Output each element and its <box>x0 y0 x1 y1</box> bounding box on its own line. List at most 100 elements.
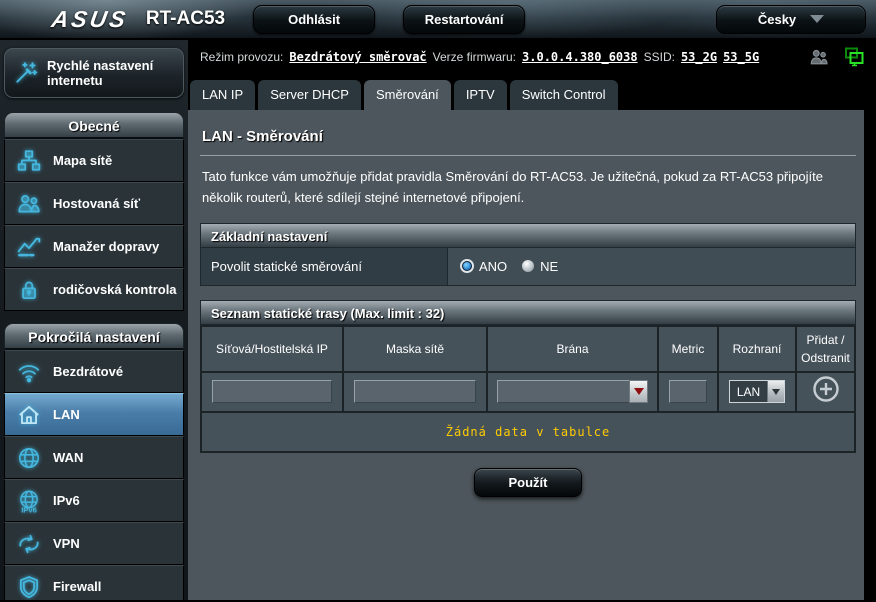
chevron-down-icon <box>772 389 780 395</box>
select-arrow-button <box>767 381 784 402</box>
netmask-input[interactable] <box>354 380 476 403</box>
add-route-button[interactable] <box>811 374 841 404</box>
magic-wand-icon <box>13 60 39 86</box>
lan-icon <box>15 402 43 428</box>
network-ip-input[interactable] <box>212 380 332 403</box>
table-empty-row: Žádná data v tabulce <box>201 412 855 452</box>
sidebar-item-firewall[interactable]: Firewall <box>4 565 184 600</box>
interface-select[interactable]: LAN <box>729 380 785 403</box>
tab-iptv[interactable]: IPTV <box>454 80 507 110</box>
sidebar-item-ipv6[interactable]: IPv6 IPv6 <box>4 479 184 522</box>
radio-no-label: NE <box>540 259 558 274</box>
asus-logo: ASUS <box>50 6 131 33</box>
status-bar: Režim provozu: Bezdrátový směrovač Verze… <box>188 40 876 74</box>
vpn-icon <box>15 531 43 557</box>
title-divider <box>200 155 856 156</box>
language-value: Česky <box>758 12 796 27</box>
sidebar-item-label: Rychlé nastavení internetu <box>47 58 183 88</box>
svg-text:IPv6: IPv6 <box>21 505 37 514</box>
sidebar: Rychlé nastavení internetu Obecné Mapa s… <box>0 40 188 600</box>
sidebar-item-label: WAN <box>53 450 83 466</box>
tab-bar: LAN IP Server DHCP Směrování IPTV Switch… <box>188 74 876 110</box>
enable-static-routes-label: Povolit statické směrování <box>201 248 448 285</box>
sidebar-item-guest-network[interactable]: Hostovaná síť <box>4 182 184 225</box>
ssid-5g-link[interactable]: 53_5G <box>723 50 759 64</box>
sidebar-spacer <box>0 311 188 323</box>
ssid-label: SSID: <box>644 50 675 64</box>
gateway-input[interactable] <box>497 380 629 403</box>
empty-table-message: Žádná data v tabulce <box>201 412 855 452</box>
radio-yes-option[interactable]: ANO <box>460 259 507 274</box>
firmware-version-link[interactable]: 3.0.0.4.380_6038 <box>522 50 638 64</box>
col-network-host-ip: Síťová/Hostitelská IP <box>201 326 343 372</box>
radio-yes-label: ANO <box>479 259 507 274</box>
interface-selected-value: LAN <box>730 381 767 402</box>
sidebar-item-label: Bezdrátové <box>53 364 123 380</box>
sidebar-item-label: IPv6 <box>53 493 80 509</box>
wan-icon <box>15 445 43 471</box>
ipv6-icon: IPv6 <box>15 488 43 514</box>
status-icons <box>808 46 866 68</box>
page-title: LAN - Směrování <box>200 124 856 155</box>
add-circle-icon <box>811 374 841 404</box>
radio-yes[interactable] <box>460 259 474 273</box>
col-netmask: Maska sítě <box>343 326 487 372</box>
sidebar-item-wan[interactable]: WAN <box>4 436 184 479</box>
sidebar-item-parental-control[interactable]: rodičovská kontrola <box>4 268 184 311</box>
col-gateway: Brána <box>487 326 658 372</box>
networked-devices-icon[interactable] <box>842 46 866 68</box>
sidebar-item-label: Mapa sítě <box>53 153 112 169</box>
sidebar-item-wireless[interactable]: Bezdrátové <box>4 350 184 393</box>
router-model: RT-AC53 <box>146 8 225 30</box>
enable-static-routes-value: ANO NE <box>448 248 855 285</box>
traffic-manager-icon <box>15 234 43 260</box>
radio-no-option[interactable]: NE <box>521 259 558 274</box>
main-layout: Rychlé nastavení internetu Obecné Mapa s… <box>0 40 876 600</box>
firmware-label: Verze firmwaru: <box>433 50 516 64</box>
operation-mode-link[interactable]: Bezdrátový směrovač <box>289 50 426 64</box>
table-input-row: LAN <box>201 372 855 412</box>
gateway-dropdown-button[interactable] <box>629 380 648 403</box>
tab-switch-control[interactable]: Switch Control <box>510 80 618 110</box>
tab-dhcp-server[interactable]: Server DHCP <box>258 80 361 110</box>
ssid-2g-link[interactable]: 53_2G <box>681 50 717 64</box>
sidebar-item-label: Firewall <box>53 579 101 595</box>
language-dropdown[interactable]: Česky <box>716 5 866 34</box>
radio-no[interactable] <box>521 259 535 273</box>
clients-icon[interactable] <box>808 47 830 67</box>
network-map-icon <box>15 148 43 174</box>
page-description: Tato funkce vám umožňuje přidat pravidla… <box>200 166 856 223</box>
sidebar-item-vpn[interactable]: VPN <box>4 522 184 565</box>
firewall-icon <box>15 574 43 600</box>
table-header-row: Síťová/Hostitelská IP Maska sítě Brána M… <box>201 326 855 372</box>
col-metric: Metric <box>658 326 718 372</box>
sidebar-group-advanced: Pokročilá nastavení <box>4 323 184 350</box>
section-header-routes: Seznam statické trasy (Max. limit : 32) <box>200 300 856 325</box>
static-routes-table: Síťová/Hostitelská IP Maska sítě Brána M… <box>200 325 856 453</box>
sidebar-item-label: rodičovská kontrola <box>53 282 177 298</box>
operation-mode-label: Režim provozu: <box>200 50 283 64</box>
top-bar: ASUS RT-AC53 Odhlásit Restartování Česky <box>0 0 876 40</box>
sidebar-item-traffic-manager[interactable]: Manažer dopravy <box>4 225 184 268</box>
sidebar-item-quick-setup[interactable]: Rychlé nastavení internetu <box>4 48 184 98</box>
reboot-button[interactable]: Restartování <box>403 5 525 34</box>
parental-control-icon <box>15 277 43 303</box>
col-add-delete: Přidat / Odstranit <box>796 326 855 372</box>
metric-input[interactable] <box>669 380 707 403</box>
sidebar-item-label: Manažer dopravy <box>53 239 159 255</box>
right-column: Režim provozu: Bezdrátový směrovač Verze… <box>188 40 876 600</box>
chevron-down-icon <box>810 15 824 23</box>
tab-lan-ip[interactable]: LAN IP <box>190 80 255 110</box>
guest-network-icon <box>15 191 43 217</box>
sidebar-item-label: VPN <box>53 536 80 552</box>
sidebar-item-network-map[interactable]: Mapa sítě <box>4 139 184 182</box>
logout-button[interactable]: Odhlásit <box>253 5 375 34</box>
sidebar-item-label: Hostovaná síť <box>53 196 140 212</box>
col-interface: Rozhraní <box>718 326 796 372</box>
wireless-icon <box>15 359 43 385</box>
apply-button[interactable]: Použít <box>474 468 582 497</box>
tab-routing[interactable]: Směrování <box>364 80 451 110</box>
sidebar-item-label: LAN <box>53 407 80 423</box>
sidebar-group-general: Obecné <box>4 112 184 139</box>
sidebar-item-lan[interactable]: LAN <box>4 393 184 436</box>
